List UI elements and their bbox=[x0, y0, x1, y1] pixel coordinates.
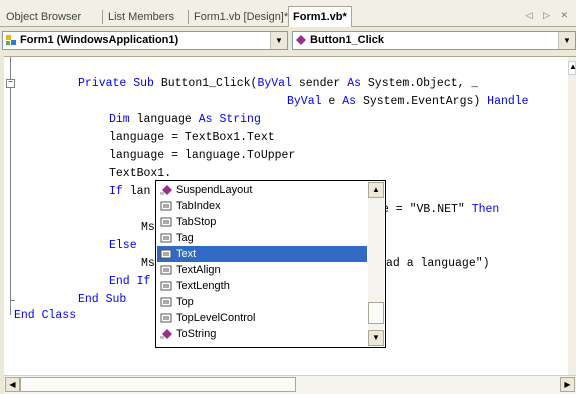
class-name-value: Form1 (WindowsApplication1) bbox=[20, 34, 179, 46]
outline-line bbox=[10, 88, 11, 301]
keyword: If bbox=[109, 185, 123, 198]
code-text: Button1_Click( bbox=[160, 77, 258, 90]
code-line: ad a language") bbox=[386, 257, 490, 270]
list-item-selected[interactable]: Text bbox=[157, 246, 367, 262]
keyword: As bbox=[342, 95, 357, 108]
vertical-scrollbar[interactable]: ▲ bbox=[568, 57, 576, 375]
collapse-icon[interactable]: − bbox=[6, 79, 15, 88]
list-item[interactable]: SuspendLayout bbox=[157, 182, 367, 198]
document-tab-strip: Object Browser List Members Form1.vb [De… bbox=[0, 0, 576, 27]
property-icon bbox=[160, 201, 172, 211]
navigation-bar: Form1 (WindowsApplication1) ▼ Button1_Cl… bbox=[0, 27, 576, 54]
list-item[interactable]: TextLength bbox=[157, 278, 367, 294]
code-line: Ms bbox=[141, 221, 155, 234]
code-text: language bbox=[129, 113, 199, 126]
code-line: End Sub bbox=[78, 291, 126, 308]
keyword: End Sub bbox=[78, 293, 127, 306]
horizontal-scrollbar[interactable]: ◀ ▶ bbox=[4, 375, 576, 394]
keyword: Else bbox=[109, 239, 137, 252]
code-line: Dim language As String bbox=[109, 111, 261, 128]
code-line: language = language.ToUpper bbox=[109, 149, 296, 162]
list-item[interactable]: TextAlign bbox=[157, 262, 367, 278]
intellisense-member-list[interactable]: SuspendLayout TabIndex TabStop Tag Text … bbox=[155, 180, 386, 348]
code-text: System.EventArgs) bbox=[356, 95, 488, 108]
tab-list-members[interactable]: List Members bbox=[108, 9, 174, 25]
code-line: Ms bbox=[141, 257, 155, 270]
code-line: End Class bbox=[14, 307, 76, 324]
list-item[interactable]: TopLevelControl bbox=[157, 310, 367, 326]
keyword: Private Sub bbox=[78, 77, 161, 90]
code-line: language = TextBox1.Text bbox=[109, 131, 275, 144]
list-item[interactable]: TabIndex bbox=[157, 198, 367, 214]
property-icon bbox=[160, 233, 172, 243]
class-name-dropdown[interactable]: Form1 (WindowsApplication1) ▼ bbox=[2, 31, 288, 50]
code-text: System.Object, _ bbox=[361, 77, 479, 90]
code-text: lan bbox=[122, 185, 151, 198]
member-list-scrollbar[interactable]: ▲ ▼ bbox=[368, 182, 384, 346]
keyword: Then bbox=[471, 203, 500, 216]
keyword: Dim bbox=[109, 113, 130, 126]
method-name-dropdown[interactable]: Button1_Click ▼ bbox=[292, 31, 576, 50]
outline-line bbox=[10, 301, 11, 315]
tab-nav-arrows-icon[interactable]: ◁ ▷ ✕ bbox=[526, 10, 572, 21]
scroll-up-icon[interactable]: ▲ bbox=[568, 61, 576, 75]
property-icon bbox=[160, 217, 172, 227]
property-icon bbox=[160, 265, 172, 275]
chevron-down-icon[interactable]: ▼ bbox=[270, 32, 287, 49]
method-icon bbox=[160, 185, 172, 195]
event-icon bbox=[296, 35, 306, 45]
code-text: sender bbox=[291, 77, 348, 90]
code-line: Else bbox=[109, 237, 137, 254]
code-line: Private Sub Button1_Click(ByVal sender A… bbox=[78, 75, 478, 92]
tab-separator bbox=[102, 10, 103, 24]
keyword: ByVal bbox=[287, 95, 322, 108]
method-name-value: Button1_Click bbox=[310, 34, 384, 46]
class-icon bbox=[6, 35, 16, 45]
scroll-right-icon[interactable]: ▶ bbox=[560, 377, 575, 392]
member-list-scroll-thumb[interactable] bbox=[368, 302, 384, 324]
code-line: If lan bbox=[109, 183, 150, 200]
scroll-left-icon[interactable]: ◀ bbox=[5, 377, 20, 392]
outline-line bbox=[10, 57, 11, 79]
ide-window: Object Browser List Members Form1.vb [De… bbox=[0, 0, 576, 394]
keyword: ByVal bbox=[257, 77, 292, 90]
tab-form-design[interactable]: Form1.vb [Design]* bbox=[194, 9, 288, 25]
property-icon bbox=[160, 313, 172, 323]
property-icon bbox=[160, 281, 172, 291]
keyword: End If bbox=[109, 275, 151, 288]
code-line: e = "VB.NET" Then bbox=[382, 201, 499, 218]
keyword: Handle bbox=[487, 95, 529, 108]
scroll-down-icon[interactable]: ▼ bbox=[368, 330, 384, 346]
property-icon bbox=[160, 249, 172, 259]
list-item[interactable]: Top bbox=[157, 294, 367, 310]
chevron-down-icon[interactable]: ▼ bbox=[558, 32, 575, 49]
tab-form-code[interactable]: Form1.vb* bbox=[288, 6, 352, 27]
list-item[interactable]: TabStop bbox=[157, 214, 367, 230]
code-line: End If bbox=[109, 273, 150, 290]
tab-separator bbox=[188, 10, 189, 24]
code-text: e bbox=[321, 95, 343, 108]
tab-object-browser[interactable]: Object Browser bbox=[6, 9, 81, 25]
list-item[interactable]: Tag bbox=[157, 230, 367, 246]
property-icon bbox=[160, 297, 172, 307]
keyword: As bbox=[347, 77, 361, 90]
scroll-up-icon[interactable]: ▲ bbox=[368, 182, 384, 198]
code-line: ByVal e As System.EventArgs) Handle bbox=[287, 93, 529, 110]
keyword: End Class bbox=[14, 309, 77, 322]
code-text: e = "VB.NET" bbox=[382, 203, 472, 216]
list-item[interactable]: ToString bbox=[157, 326, 367, 342]
keyword: As String bbox=[198, 113, 261, 126]
horizontal-scroll-thumb[interactable] bbox=[20, 377, 296, 392]
method-icon bbox=[160, 329, 172, 339]
